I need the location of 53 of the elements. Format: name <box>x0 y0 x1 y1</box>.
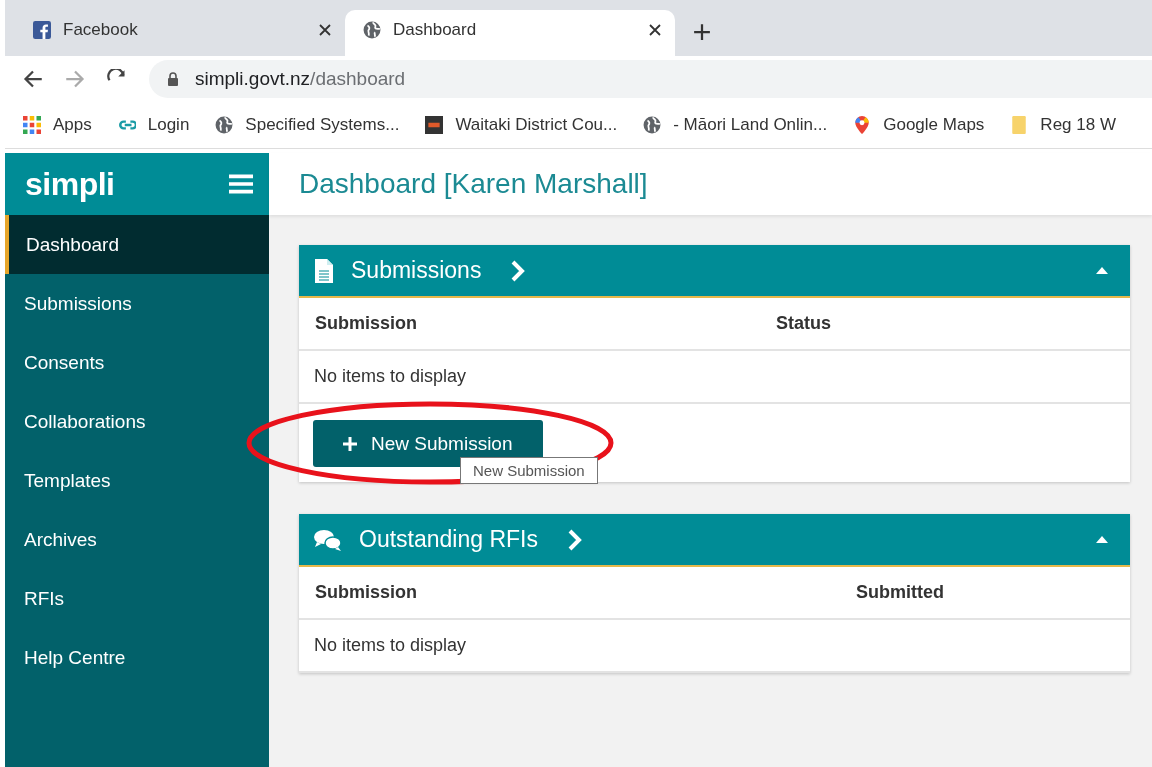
tab-title: Facebook <box>63 20 139 40</box>
url-text: simpli.govt.nz/dashboard <box>195 68 406 90</box>
bookmark[interactable]: - Māori Land Onlin... <box>643 115 828 135</box>
collapse-icon[interactable] <box>1096 267 1108 274</box>
browser-tab[interactable]: Dashboard <box>345 10 675 56</box>
plus-icon <box>343 436 357 451</box>
chevron-right-icon[interactable] <box>567 528 582 551</box>
browser-tab[interactable]: Facebook <box>15 10 345 56</box>
empty-message: No items to display <box>299 620 1130 673</box>
column-header: Submission <box>315 582 418 603</box>
globe-icon <box>363 21 381 39</box>
chat-bubbles-icon <box>313 527 343 552</box>
logo-badge-icon <box>425 116 444 134</box>
sidebar-item[interactable]: Submissions <box>5 274 269 333</box>
sidebar-item[interactable]: Help Centre <box>5 628 269 687</box>
sidebar-item[interactable]: Templates <box>5 451 269 510</box>
sidebar-item[interactable]: RFIs <box>5 569 269 628</box>
apps-grid-icon <box>23 116 41 134</box>
column-header: Submitted <box>856 582 945 603</box>
bookmark[interactable]: Apps <box>23 115 92 135</box>
column-header: Submission <box>315 313 418 334</box>
tab-title: Dashboard <box>393 20 478 40</box>
new-tab-icon[interactable] <box>693 23 711 41</box>
tooltip: New Submission <box>460 457 598 484</box>
panel-title[interactable]: Outstanding RFIs <box>359 526 538 553</box>
sidebar-item[interactable]: Consents <box>5 333 269 392</box>
menu-icon[interactable] <box>229 174 253 194</box>
globe-icon <box>643 116 662 134</box>
map-pin-icon <box>853 116 872 134</box>
chevron-right-icon[interactable] <box>511 259 526 282</box>
bookmark[interactable]: Specified Systems... <box>215 115 400 135</box>
sidebar-item[interactable]: Collaborations <box>5 392 269 451</box>
column-header: Status <box>776 313 832 334</box>
panel-title[interactable]: Submissions <box>351 257 482 284</box>
empty-message: No items to display <box>299 351 1130 404</box>
address-bar[interactable]: simpli.govt.nz/dashboard <box>149 60 1152 98</box>
back-icon[interactable] <box>23 69 43 89</box>
close-icon[interactable] <box>319 24 331 36</box>
note-icon <box>1010 116 1029 134</box>
lock-icon <box>167 72 179 86</box>
facebook-icon <box>33 21 51 39</box>
bookmark[interactable]: Login <box>117 115 190 135</box>
forward-icon[interactable] <box>65 69 85 89</box>
page-title: Dashboard [Karen Marshall] <box>299 168 648 200</box>
sidebar-item[interactable]: Archives <box>5 510 269 569</box>
collapse-icon[interactable] <box>1096 536 1108 543</box>
bookmark[interactable]: Waitaki District Cou... <box>425 115 618 135</box>
close-icon[interactable] <box>649 24 661 36</box>
sidebar-item[interactable]: Dashboard <box>5 215 269 274</box>
globe-icon <box>215 116 234 134</box>
bookmark[interactable]: Reg 18 W <box>1010 115 1116 135</box>
document-icon <box>313 257 335 284</box>
bookmark[interactable]: Google Maps <box>853 115 985 135</box>
